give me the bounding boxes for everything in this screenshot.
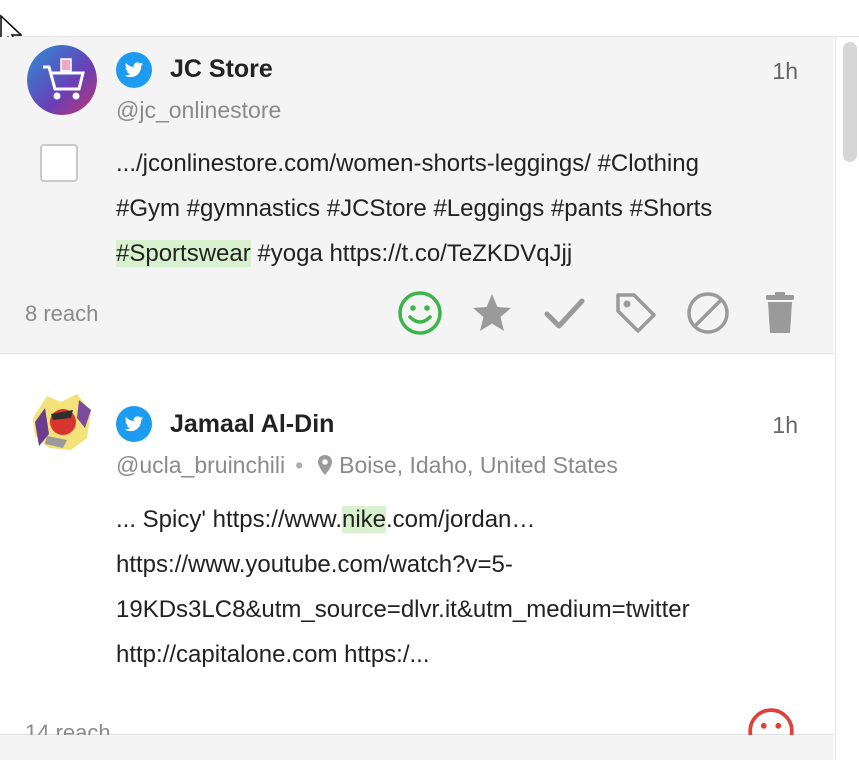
keyword-highlight: #Sportswear	[116, 240, 251, 267]
twitter-icon	[116, 406, 152, 442]
post-text-line: #Gym #gymnastics #JCStore #Leggings #pan…	[116, 195, 713, 222]
author-handle[interactable]: @ucla_bruinchili	[116, 452, 285, 478]
timestamp: 1h	[772, 58, 798, 84]
select-checkbox[interactable]	[40, 144, 78, 182]
mark-done-button[interactable]	[528, 288, 600, 338]
avatar[interactable]	[27, 388, 97, 458]
separator-dot: •	[295, 452, 304, 478]
mention-card[interactable]: JC Store 1h @jc_onlinestore .../jconline…	[0, 37, 834, 354]
post-text-line: ... Spicy' https://www.nike.com/jordan…	[116, 497, 806, 542]
top-bar	[0, 0, 859, 37]
check-icon	[544, 298, 585, 329]
post-text-line: .../jconlinestore.com/women-shorts-leggi…	[116, 150, 699, 177]
author-name[interactable]: Jamaal Al-Din	[170, 410, 334, 439]
post-text: ... Spicy' https://www.nike.com/jordan… …	[116, 497, 806, 677]
twitter-icon	[116, 52, 152, 88]
reach-count: 8 reach	[25, 301, 99, 326]
action-bar	[384, 288, 816, 338]
tag-button[interactable]	[600, 288, 672, 338]
post-text-line: http://capitalone.com https:/...	[116, 641, 430, 668]
author-handle[interactable]: @jc_onlinestore	[116, 97, 281, 124]
star-button[interactable]	[456, 288, 528, 338]
mention-card[interactable]: Jamaal Al-Din 1h @ucla_bruinchili • Boise,…	[0, 354, 834, 754]
author-name[interactable]: JC Store	[170, 55, 273, 84]
mentions-feed: JC Store 1h @jc_onlinestore .../jconline…	[0, 37, 834, 760]
smile-icon	[398, 291, 442, 335]
star-icon	[473, 294, 511, 331]
post-text-line: https://www.youtube.com/watch?v=5-	[116, 551, 513, 578]
delete-button[interactable]	[744, 288, 816, 338]
scrollbar-thumb[interactable]	[843, 42, 857, 162]
sentiment-positive-button[interactable]	[384, 288, 456, 338]
block-button[interactable]	[672, 288, 744, 338]
post-text-line: 19KDs3LC8&utm_source=dlvr.it&utm_medium=…	[116, 596, 690, 623]
mention-card[interactable]	[0, 735, 834, 760]
timestamp: 1h	[772, 412, 798, 438]
location-pin-icon	[318, 455, 333, 475]
block-icon	[687, 292, 729, 334]
post-text-segment: ... Spicy' https://www.	[116, 506, 342, 533]
author-meta: @ucla_bruinchili • Boise, Idaho, United St…	[116, 452, 618, 479]
trash-icon	[766, 292, 794, 333]
post-text-line: #Sportswear #yoga https://t.co/TeZKDVqJj…	[116, 231, 806, 276]
keyword-highlight: nike	[341, 506, 387, 533]
post-text-segment: .com/jordan…	[386, 506, 536, 533]
avatar[interactable]	[27, 45, 97, 115]
author-location: Boise, Idaho, United States	[339, 452, 618, 478]
post-text-segment: #yoga https://t.co/TeZKDVqJjj	[250, 240, 573, 267]
post-text: .../jconlinestore.com/women-shorts-leggi…	[116, 141, 806, 276]
tag-icon	[616, 293, 656, 333]
